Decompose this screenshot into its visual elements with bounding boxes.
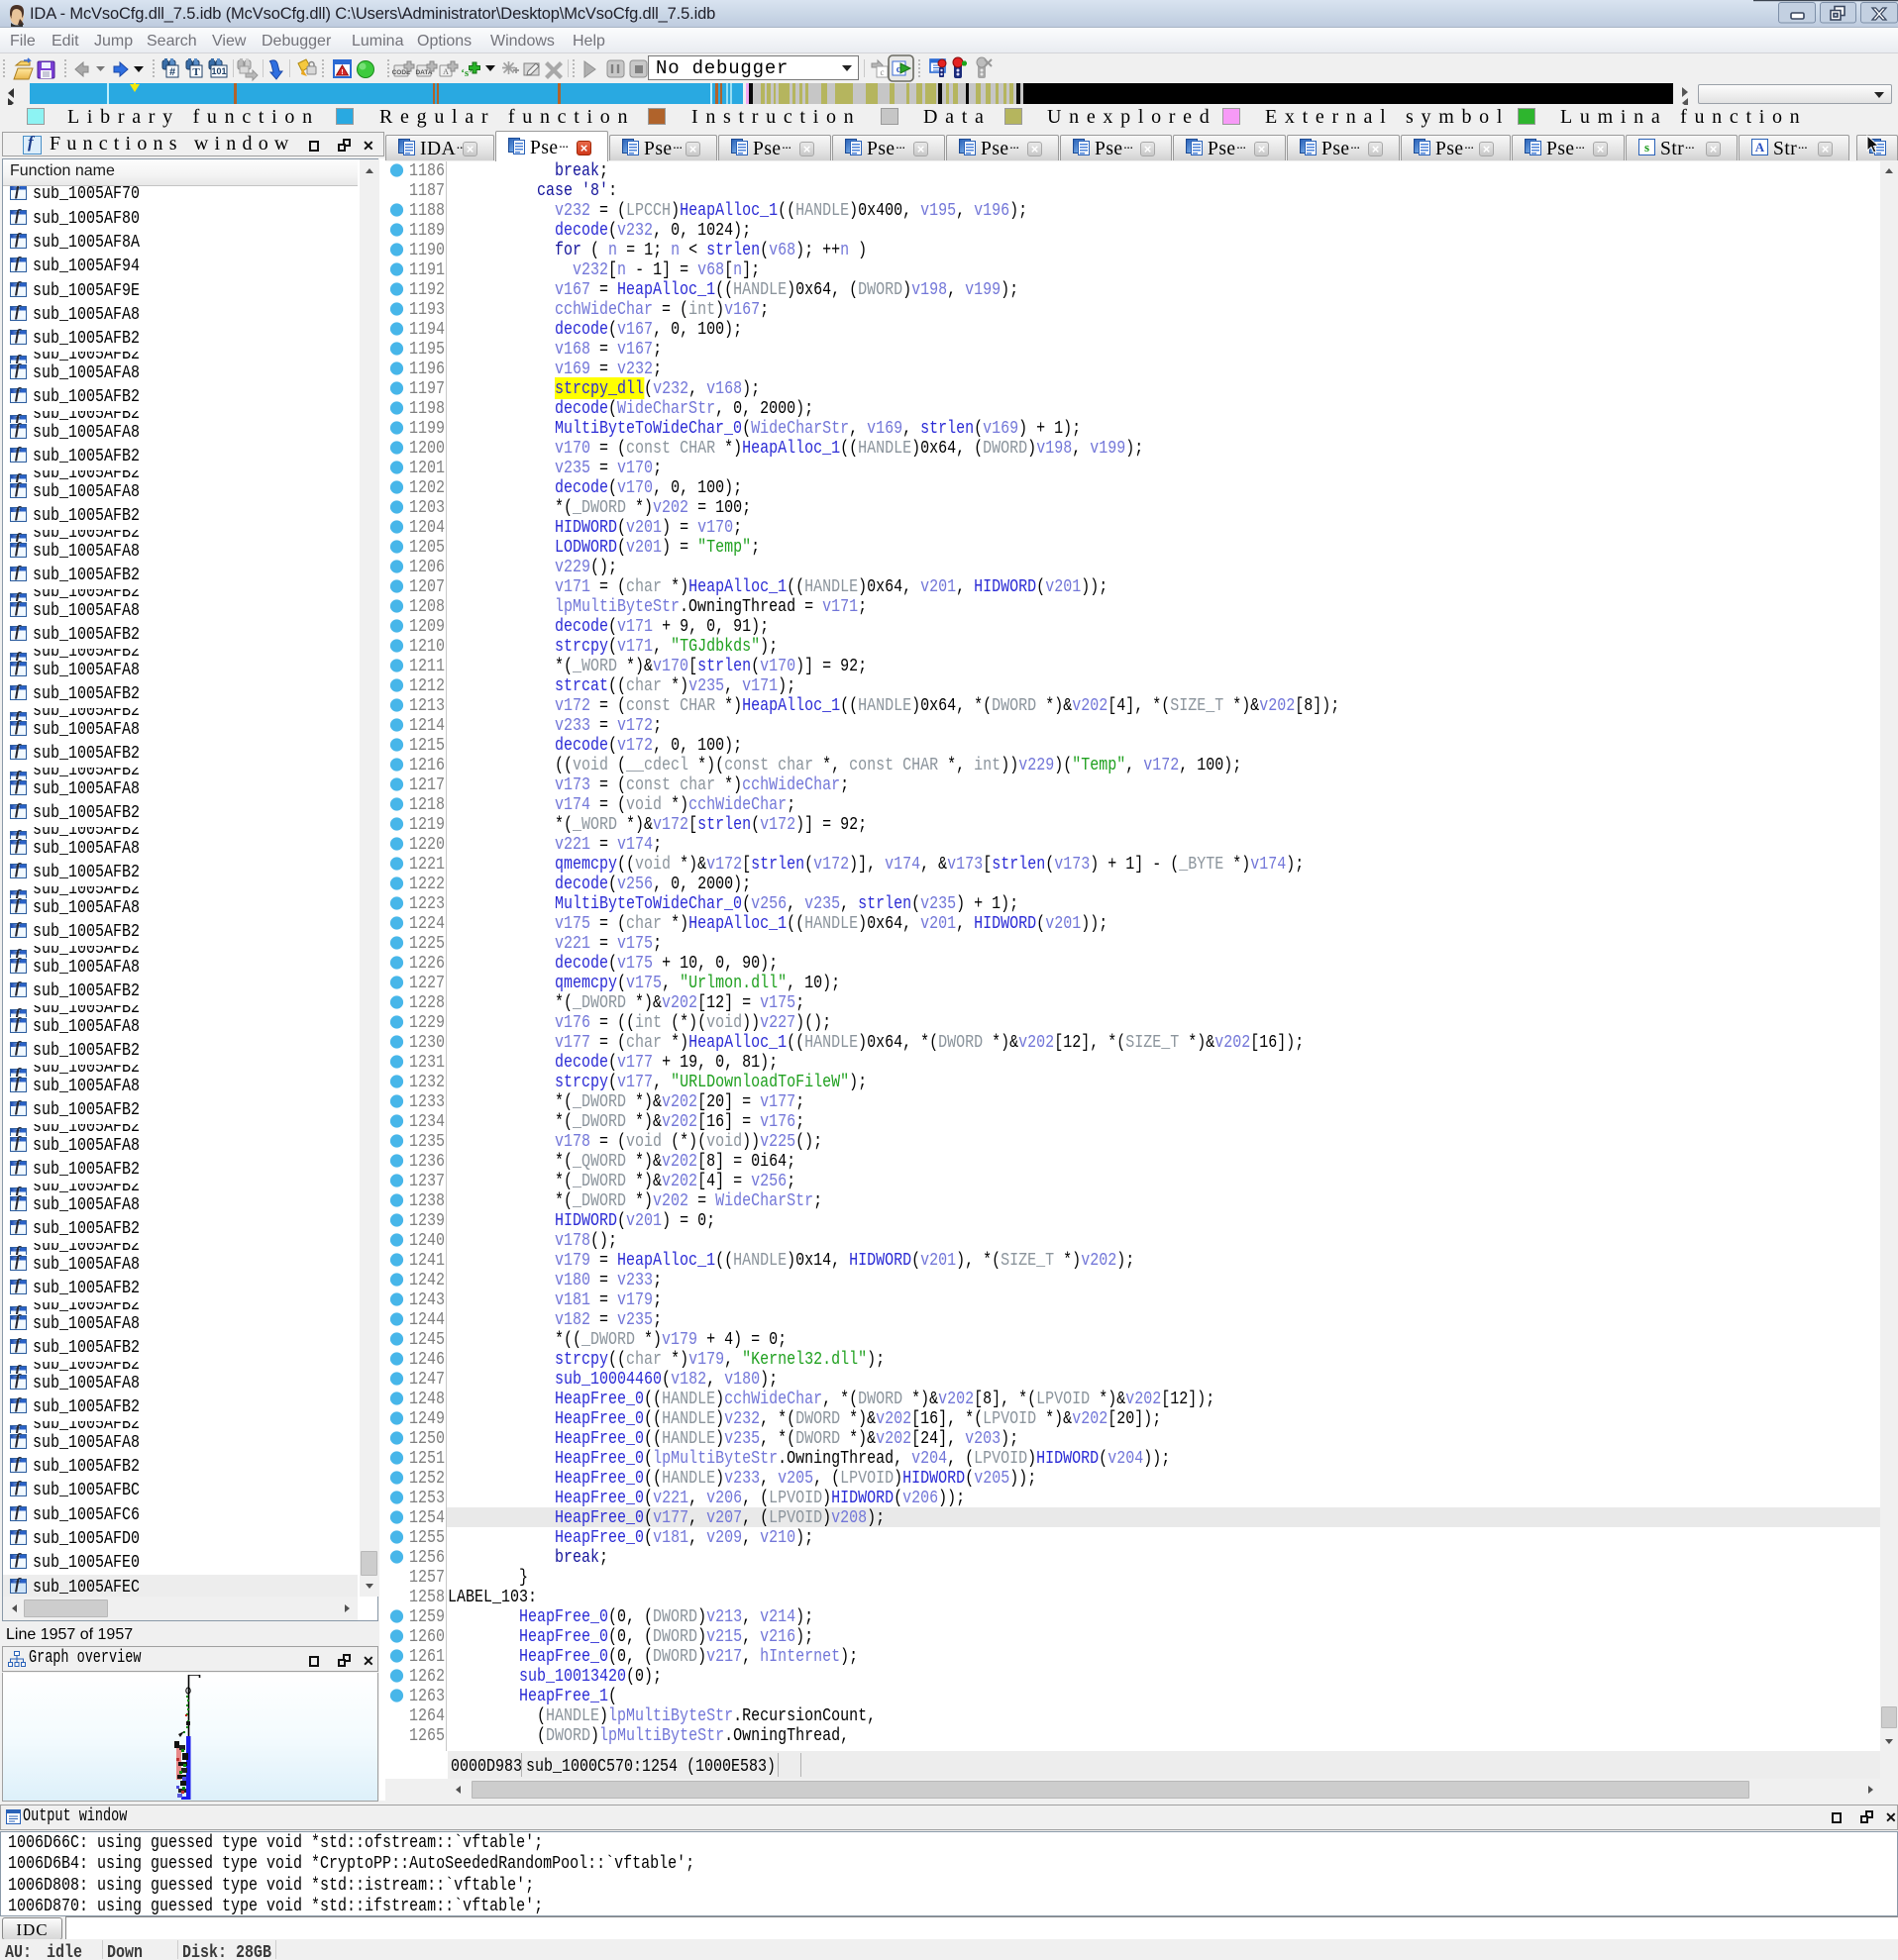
- svg-text:101: 101: [211, 66, 226, 76]
- svg-text:#: #: [169, 66, 175, 78]
- svg-text:c: c: [881, 67, 885, 77]
- svg-text:T: T: [192, 66, 200, 78]
- svg-text:!: !: [341, 69, 343, 76]
